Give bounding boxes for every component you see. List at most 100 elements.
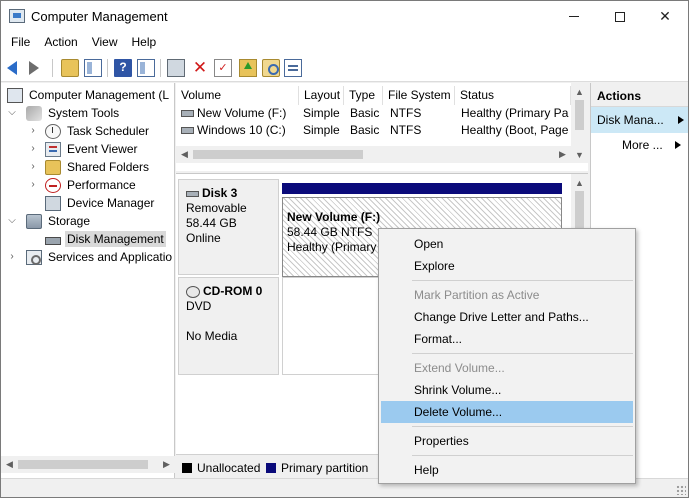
legend-unallocated: Unallocated [197,461,261,475]
chevron-right-icon[interactable]: › [28,143,38,154]
menu-item-explore[interactable]: Explore [381,255,633,277]
scroll-up-icon[interactable]: ▲ [571,83,588,100]
disk-3-label[interactable]: Disk 3 Removable 58.44 GB Online [178,179,279,275]
delete-icon[interactable]: ✕ [191,59,209,77]
scrollbar-thumb[interactable] [193,150,363,159]
tree-item-label: System Tools [48,106,120,120]
scrollbar-thumb[interactable] [18,460,148,469]
scroll-down-icon[interactable]: ▼ [571,146,588,163]
toolbar: ? ✕ ✓ [1,54,688,82]
tree-horizontal-scrollbar[interactable]: ◀ ▶ [1,456,175,473]
show-hide-action-pane-icon[interactable] [137,59,155,77]
menu-item-help[interactable]: Help [381,459,633,481]
disk-state: No Media [186,329,238,343]
disk-kind: Removable [186,201,247,215]
menu-separator [412,280,633,281]
column-header-layout[interactable]: Layout [299,86,344,105]
close-button[interactable]: ✕ [642,1,688,32]
menu-item-format[interactable]: Format... [381,328,633,350]
disk-name: CD-ROM 0 [186,284,278,299]
menu-view[interactable]: View [85,32,125,54]
storage-icon [26,213,42,229]
chevron-right-icon [675,141,681,149]
volume-horizontal-scrollbar[interactable]: ◀ ▶ [176,146,571,163]
scroll-left-icon[interactable]: ◀ [176,146,193,163]
menu-help[interactable]: Help [125,32,164,54]
column-header-status[interactable]: Status [455,86,571,105]
volume-file-system: NTFS [390,106,422,120]
tree-item-services-and-applications[interactable]: Services and Applicatio [26,248,174,266]
computer-management-icon [9,9,25,23]
minimize-button[interactable] [551,1,597,32]
tree-item-device-manager[interactable]: Device Manager [45,194,156,212]
chevron-right-icon[interactable]: › [28,161,38,172]
tree-item-task-scheduler[interactable]: Task Scheduler [45,122,151,140]
column-header-volume[interactable]: Volume [176,86,299,105]
menu-item-properties[interactable]: Properties [381,430,633,452]
tree-item-label: Performance [67,178,136,192]
chevron-right-icon[interactable]: › [28,179,38,190]
up-folder-icon[interactable] [61,59,79,77]
help-icon[interactable]: ? [114,59,132,77]
scroll-left-icon[interactable]: ◀ [1,456,18,473]
cd-rom-icon [186,285,200,298]
table-row[interactable]: New Volume (F:) Simple Basic NTFS Health… [176,105,571,122]
back-arrow-icon[interactable] [7,61,17,75]
scroll-up-icon[interactable]: ▲ [571,174,588,191]
tree-item-label: Device Manager [67,196,155,210]
tree-item-label: Shared Folders [67,160,150,174]
menu-item-shrink-volume[interactable]: Shrink Volume... [381,379,633,401]
search-icon[interactable] [262,59,280,77]
properties-icon[interactable] [284,59,302,77]
menu-item-change-drive-letter[interactable]: Change Drive Letter and Paths... [381,306,633,328]
menu-item-delete-volume[interactable]: Delete Volume... [381,401,633,423]
chevron-down-icon[interactable]: ⌵ [7,107,17,118]
menu-item-mark-partition-active[interactable]: Mark Partition as Active [381,284,633,306]
chevron-right-icon[interactable]: › [28,125,38,136]
partition-title: New Volume (F:) [287,210,381,224]
computer-management-window: Computer Management ✕ File Action View H… [0,0,689,498]
context-menu: Open Explore Mark Partition as Active Ch… [378,228,636,484]
volume-file-system: NTFS [390,123,422,137]
column-header-file-system[interactable]: File System [383,86,455,105]
connect-drive-icon[interactable] [167,59,185,77]
tree-item-computer-management[interactable]: Computer Management (L [7,86,171,104]
resize-grip-icon[interactable] [676,485,686,495]
title-bar[interactable]: Computer Management ✕ [1,1,688,32]
column-header-type[interactable]: Type [344,86,383,105]
tree-item-shared-folders[interactable]: Shared Folders [45,158,151,176]
unallocated-swatch [182,463,192,473]
volume-type: Basic [350,106,380,120]
scrollbar-thumb[interactable] [575,100,584,130]
volume-status: Healthy (Primary Pa [461,106,569,120]
menu-item-open[interactable]: Open [381,233,633,255]
tree-item-performance[interactable]: Performance [45,176,138,194]
menu-action[interactable]: Action [37,32,84,54]
chevron-right-icon[interactable]: › [7,251,17,262]
disk-state: Online [186,231,221,245]
tree-item-system-tools[interactable]: System Tools [26,104,121,122]
cdrom-0-label[interactable]: CD-ROM 0 DVD No Media [178,277,279,375]
up-arrow-folder-icon[interactable] [239,59,257,77]
show-hide-tree-icon[interactable] [84,59,102,77]
check-icon[interactable]: ✓ [214,59,232,77]
volume-icon [181,127,194,134]
tree-item-storage[interactable]: Storage [26,212,92,230]
menu-item-extend-volume[interactable]: Extend Volume... [381,357,633,379]
tree-item-label: Disk Management [65,231,166,247]
tree-item-disk-management[interactable]: Disk Management [45,230,166,248]
forward-arrow-icon[interactable] [29,61,39,75]
actions-disk-management[interactable]: Disk Mana... [591,107,688,133]
services-icon [26,249,42,265]
partition-size: 58.44 GB NTFS [287,225,373,239]
table-row[interactable]: Windows 10 (C:) Simple Basic NTFS Health… [176,122,571,139]
chevron-down-icon[interactable]: ⌵ [7,215,17,226]
scroll-right-icon[interactable]: ▶ [158,456,175,473]
scroll-right-icon[interactable]: ▶ [554,146,571,163]
actions-section-label: Disk Mana... [597,113,664,127]
more-actions[interactable]: More ... [622,138,663,152]
volume-vertical-scrollbar[interactable]: ▲ ▼ [571,83,588,163]
maximize-button[interactable] [597,1,643,32]
tree-item-event-viewer[interactable]: Event Viewer [45,140,139,158]
menu-file[interactable]: File [1,32,37,54]
